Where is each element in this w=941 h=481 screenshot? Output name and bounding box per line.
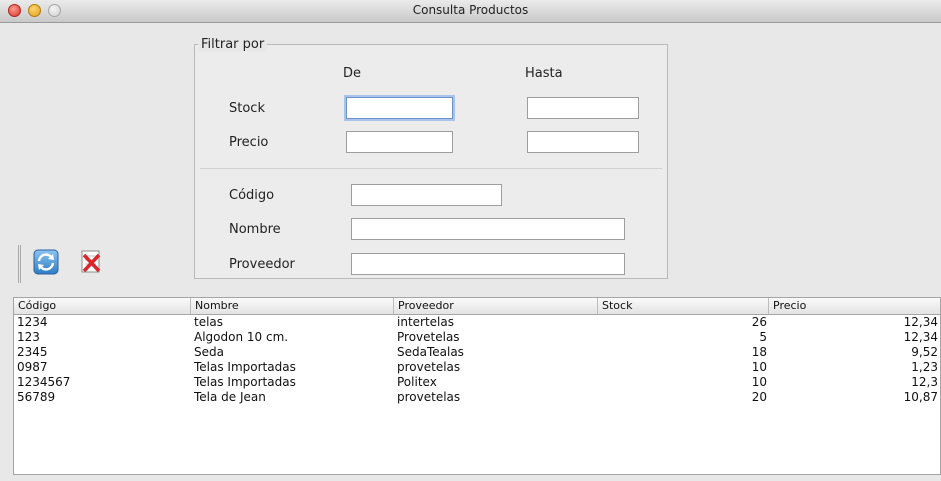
cell-stock: 5 [759, 330, 767, 344]
cell-code: 0987 [17, 360, 48, 374]
cell-stock: 20 [751, 390, 767, 404]
cell-code: 123 [17, 330, 40, 344]
cell-name: telas [194, 315, 224, 329]
code-field[interactable] [351, 184, 502, 206]
column-header-name[interactable]: Nombre [191, 298, 394, 314]
name-field[interactable] [351, 218, 625, 240]
column-header-supplier[interactable]: Proveedor [394, 298, 598, 314]
column-header-stock[interactable]: Stock [598, 298, 769, 314]
stock-from-field[interactable] [346, 97, 453, 119]
price-from-field[interactable] [346, 131, 453, 153]
table-header: Código Nombre Proveedor Stock Precio [14, 298, 940, 315]
cell-code: 56789 [17, 390, 56, 404]
column-header-price[interactable]: Precio [769, 298, 941, 314]
cell-stock: 18 [751, 345, 767, 359]
cell-name: Tela de Jean [194, 390, 266, 404]
cell-price: 9,52 [911, 345, 938, 359]
table-row[interactable]: 123 Algodon 10 cm. Provetelas 5 12,34 [14, 330, 940, 345]
table-row[interactable]: 1234 telas intertelas 26 12,34 [14, 315, 940, 330]
column-header-code[interactable]: Código [14, 298, 191, 314]
cell-name: Telas Importadas [194, 360, 296, 374]
table-row[interactable]: 1234567 Telas Importadas Politex 10 12,3 [14, 375, 940, 390]
cell-supplier: SedaTealas [397, 345, 464, 359]
cell-code: 2345 [17, 345, 48, 359]
refresh-icon[interactable] [33, 249, 59, 275]
cell-price: 12,34 [903, 315, 938, 329]
cell-stock: 10 [751, 375, 767, 389]
cell-price: 12,3 [911, 375, 938, 389]
table-row[interactable]: 2345 Seda SedaTealas 18 9,52 [14, 345, 940, 360]
supplier-field[interactable] [351, 253, 625, 275]
cell-code: 1234567 [17, 375, 71, 389]
to-column-label: Hasta [525, 66, 563, 81]
clear-filter-icon[interactable] [78, 249, 104, 275]
code-label: Código [229, 188, 275, 203]
cell-stock: 10 [751, 360, 767, 374]
price-label: Precio [229, 135, 269, 150]
cell-name: Algodon 10 cm. [194, 330, 289, 344]
cell-price: 1,23 [911, 360, 938, 374]
price-to-field[interactable] [527, 131, 639, 153]
cell-name: Seda [194, 345, 224, 359]
window-title: Consulta Productos [412, 3, 529, 17]
table-row[interactable]: 0987 Telas Importadas provetelas 10 1,23 [14, 360, 940, 375]
cell-supplier: provetelas [397, 390, 461, 404]
products-table[interactable]: Código Nombre Proveedor Stock Precio 123… [13, 297, 941, 475]
cell-supplier: Politex [397, 375, 437, 389]
cell-price: 12,34 [903, 330, 938, 344]
cell-supplier: provetelas [397, 360, 461, 374]
name-label: Nombre [229, 222, 281, 237]
cell-supplier: intertelas [397, 315, 454, 329]
from-column-label: De [343, 66, 362, 81]
toolbar-grip [18, 245, 21, 283]
stock-to-field[interactable] [527, 97, 639, 119]
cell-name: Telas Importadas [194, 375, 296, 389]
filter-separator [200, 168, 662, 169]
filter-panel [194, 44, 668, 279]
filter-legend: Filtrar por [198, 37, 268, 52]
cell-stock: 26 [751, 315, 767, 329]
supplier-label: Proveedor [229, 257, 295, 272]
cell-code: 1234 [17, 315, 48, 329]
cell-supplier: Provetelas [397, 330, 460, 344]
stock-label: Stock [229, 101, 265, 116]
table-row[interactable]: 56789 Tela de Jean provetelas 20 10,87 [14, 390, 940, 405]
window-titlebar: Consulta Productos [0, 0, 941, 23]
cell-price: 10,87 [903, 390, 938, 404]
